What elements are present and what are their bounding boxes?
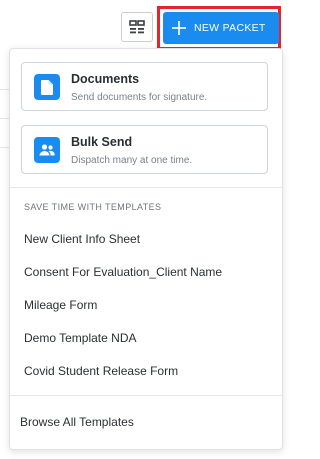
divider: [10, 187, 282, 188]
document-icon: [34, 74, 60, 100]
option-documents[interactable]: Documents Send documents for signature.: [21, 62, 268, 111]
plus-icon: [172, 21, 186, 35]
option-bulk-send[interactable]: Bulk Send Dispatch many at one time.: [21, 125, 268, 174]
templates-section-header: SAVE TIME WITH TEMPLATES: [24, 202, 162, 212]
option-title: Documents: [71, 72, 140, 86]
page: NEW PACKET Documents Send documents for …: [0, 0, 286, 459]
grid-view-icon: [129, 20, 145, 34]
new-packet-dropdown: Documents Send documents for signature. …: [9, 48, 283, 450]
browse-all-templates-link[interactable]: Browse All Templates: [20, 415, 134, 429]
grid-view-toggle-button[interactable]: [121, 12, 153, 42]
template-item[interactable]: Demo Template NDA: [24, 331, 137, 345]
divider: [10, 395, 282, 396]
template-item[interactable]: Consent For Evaluation_Client Name: [24, 265, 222, 279]
template-item[interactable]: New Client Info Sheet: [24, 232, 140, 246]
template-item[interactable]: Mileage Form: [24, 298, 97, 312]
option-description: Dispatch many at one time.: [71, 155, 193, 166]
option-description: Send documents for signature.: [71, 92, 208, 103]
option-title: Bulk Send: [71, 135, 133, 149]
new-packet-button[interactable]: NEW PACKET: [163, 12, 279, 44]
template-item[interactable]: Covid Student Release Form: [24, 364, 178, 378]
new-packet-label: NEW PACKET: [194, 22, 266, 34]
group-icon: [34, 137, 60, 163]
